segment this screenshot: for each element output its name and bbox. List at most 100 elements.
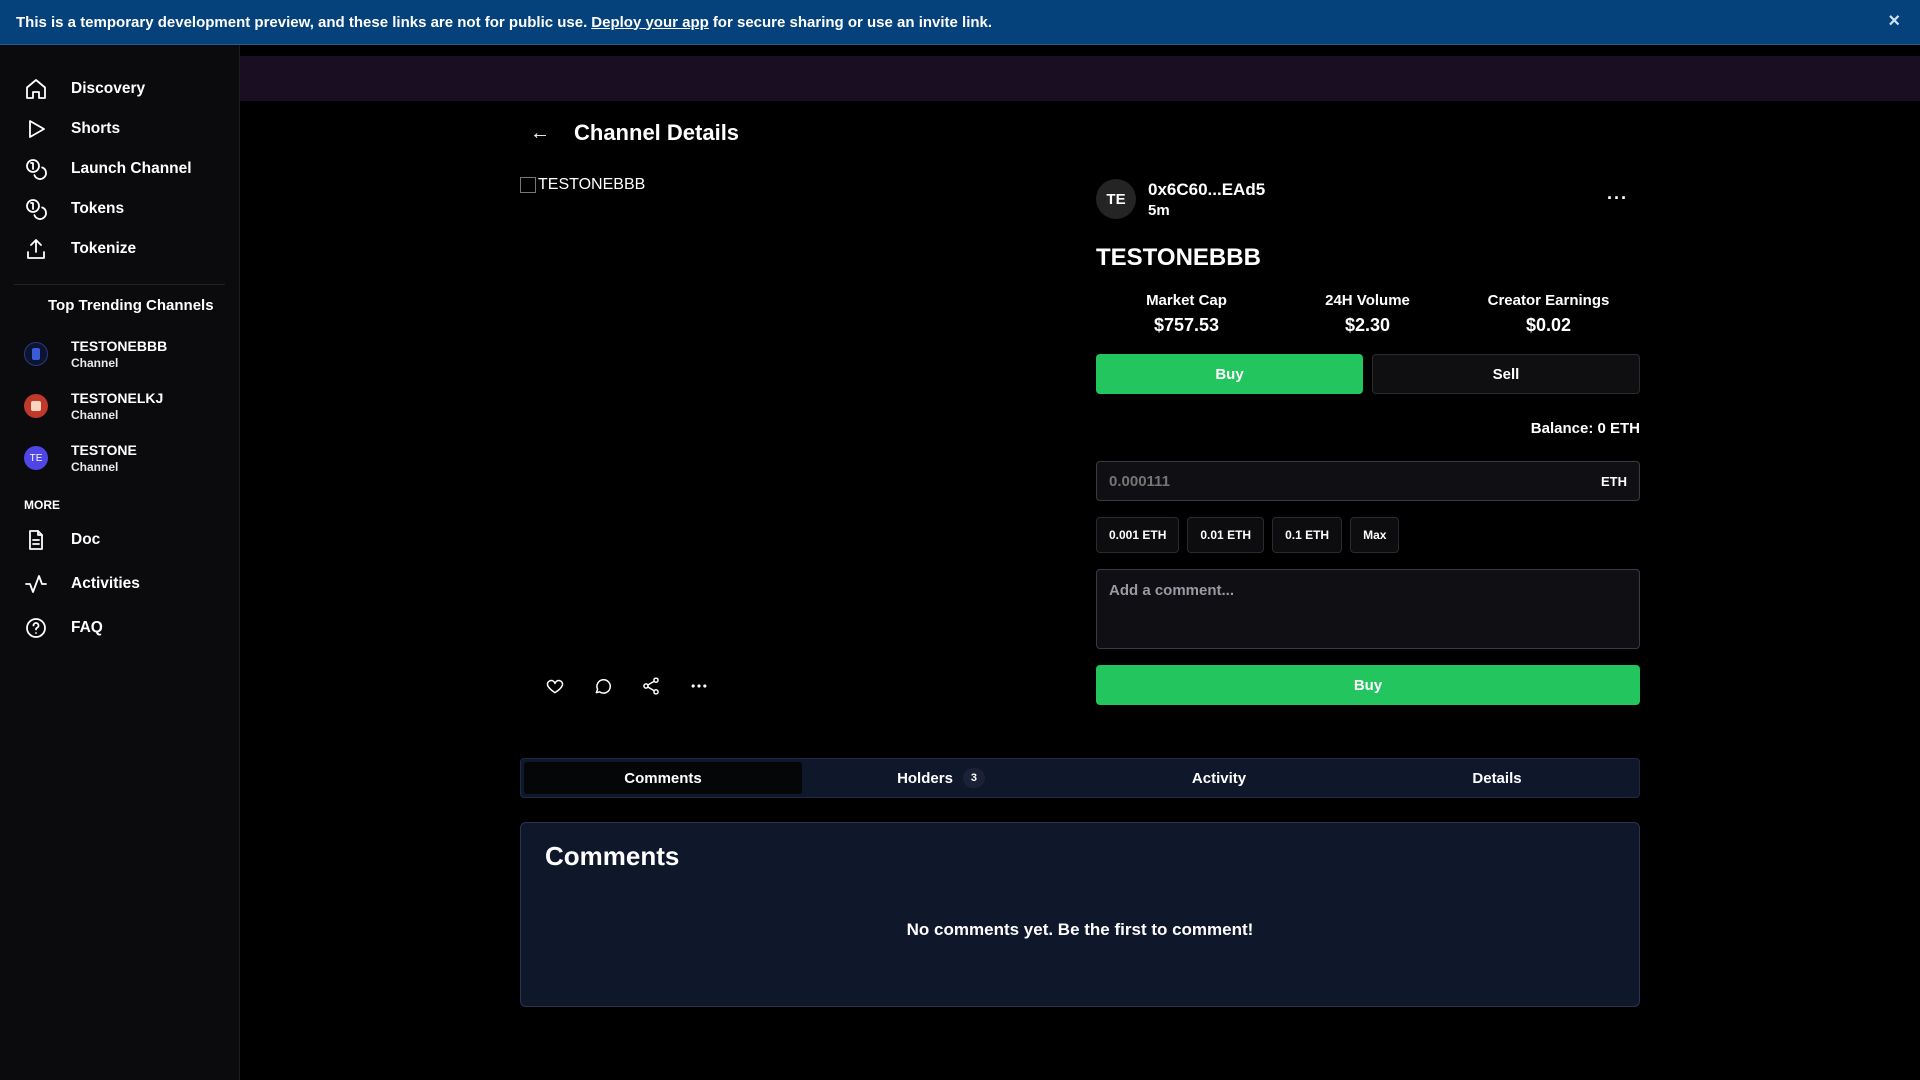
sidebar-item-label: FAQ xyxy=(71,619,103,636)
tab-details[interactable]: Details xyxy=(1358,762,1636,794)
tab-label: Details xyxy=(1472,769,1522,787)
preset-max[interactable]: Max xyxy=(1350,517,1400,553)
comments-heading: Comments xyxy=(545,841,680,871)
media-actions xyxy=(545,676,709,696)
stat-label: Market Cap xyxy=(1146,292,1227,309)
heart-icon[interactable] xyxy=(545,676,565,696)
stat-label: 24H Volume xyxy=(1325,292,1410,309)
creator-address[interactable]: 0x6C60...EAd5 xyxy=(1148,180,1265,200)
dev-preview-banner: This is a temporary development preview,… xyxy=(0,0,1920,45)
sidebar-divider xyxy=(14,284,225,285)
amount-field: ETH xyxy=(1096,461,1640,501)
comment-input[interactable] xyxy=(1109,582,1627,636)
token-stats: Market Cap $757.53 24H Volume $2.30 Crea… xyxy=(1096,292,1640,336)
sidebar-item-label: Tokenize xyxy=(71,240,137,257)
sidebar-item-label: Tokens xyxy=(71,200,125,217)
creator-row: TE 0x6C60...EAd5 5m ··· xyxy=(1096,176,1640,222)
help-icon xyxy=(26,618,46,638)
channel-sub: Channel xyxy=(71,460,119,474)
channel-name: TESTONELKJ xyxy=(71,390,164,406)
broken-image-icon xyxy=(520,177,536,193)
trending-channel-testonebbb[interactable]: TESTONEBBB Channel xyxy=(0,328,239,380)
broken-image: TESTONEBBB xyxy=(520,176,1060,194)
sidebar-item-label: Doc xyxy=(71,531,101,548)
top-strip xyxy=(240,56,1920,101)
holders-count-badge: 3 xyxy=(962,768,985,788)
page-header: ← Channel Details xyxy=(530,120,739,146)
document-icon xyxy=(29,530,43,550)
channel-sub: Channel xyxy=(71,408,119,422)
comments-section: Comments No comments yet. Be the first t… xyxy=(520,822,1640,1007)
sidebar-item-discovery[interactable]: Discovery xyxy=(0,69,239,109)
tab-label: Holders xyxy=(897,769,953,787)
stat-label: Creator Earnings xyxy=(1487,292,1610,309)
image-alt-text: TESTONEBBB xyxy=(538,176,646,193)
preset-0-1-eth[interactable]: 0.1 ETH xyxy=(1272,517,1343,553)
buy-button[interactable]: Buy xyxy=(1096,665,1640,705)
more-icon[interactable] xyxy=(689,676,709,696)
channel-avatar: TE xyxy=(24,446,48,470)
post-time: 5m xyxy=(1148,201,1170,219)
amount-presets: 0.001 ETH 0.01 ETH 0.1 ETH Max xyxy=(1096,517,1640,553)
channel-name: TESTONE xyxy=(71,442,137,458)
amount-input[interactable] xyxy=(1109,472,1601,490)
channel-media: TESTONEBBB xyxy=(520,176,1060,656)
activity-icon xyxy=(25,575,47,593)
stat-creator-earnings: Creator Earnings $0.02 xyxy=(1458,292,1639,336)
share-icon[interactable] xyxy=(641,676,661,696)
channel-sub: Channel xyxy=(71,356,119,370)
stat-market-cap: Market Cap $757.53 xyxy=(1096,292,1277,336)
trade-mode-tabs: Buy Sell xyxy=(1096,354,1640,394)
coins-icon xyxy=(26,159,47,180)
sidebar-item-label: Shorts xyxy=(71,120,121,137)
buy-tab[interactable]: Buy xyxy=(1096,354,1363,394)
deploy-app-link[interactable]: Deploy your app xyxy=(591,14,709,31)
trending-title: Top Trending Channels xyxy=(48,297,214,314)
comment-icon[interactable] xyxy=(593,676,613,696)
banner-text: This is a temporary development preview,… xyxy=(16,13,588,31)
sidebar: Discovery Shorts Launch Channel Tokens T… xyxy=(0,45,240,1080)
channel-name: TESTONEBBB xyxy=(71,338,168,354)
stat-24h-volume: 24H Volume $2.30 xyxy=(1277,292,1458,336)
tab-comments[interactable]: Comments xyxy=(524,762,802,794)
home-icon xyxy=(26,79,46,99)
sidebar-item-doc[interactable]: Doc xyxy=(0,518,239,562)
play-icon xyxy=(29,120,45,138)
banner-text-after: for secure sharing or use an invite link… xyxy=(712,13,993,31)
sidebar-item-launch-channel[interactable]: Launch Channel xyxy=(0,149,239,189)
stat-value: $757.53 xyxy=(1153,315,1220,335)
sidebar-item-tokens[interactable]: Tokens xyxy=(0,189,239,229)
sidebar-item-faq[interactable]: FAQ xyxy=(0,606,239,650)
tab-activity[interactable]: Activity xyxy=(1080,762,1358,794)
more-title: MORE xyxy=(24,498,60,512)
tab-holders[interactable]: Holders 3 xyxy=(802,762,1080,794)
balance-label: Balance: 0 ETH xyxy=(1530,420,1640,437)
creator-avatar[interactable]: TE xyxy=(1096,179,1136,219)
trending-channel-testone[interactable]: TE TESTONE Channel xyxy=(0,432,239,484)
preset-0-01-eth[interactable]: 0.01 ETH xyxy=(1187,517,1265,553)
sidebar-item-activities[interactable]: Activities xyxy=(0,562,239,606)
comment-field xyxy=(1096,569,1640,649)
trending-channel-testonelkj[interactable]: TESTONELKJ Channel xyxy=(0,380,239,432)
sidebar-item-shorts[interactable]: Shorts xyxy=(0,109,239,149)
sidebar-item-label: Discovery xyxy=(71,80,146,97)
sidebar-item-label: Activities xyxy=(71,575,140,592)
sidebar-item-label: Launch Channel xyxy=(71,160,192,177)
trade-panel: TE 0x6C60...EAd5 5m ··· TESTONEBBB Marke… xyxy=(1096,176,1640,705)
close-icon[interactable]: × xyxy=(1888,10,1900,33)
channel-avatar xyxy=(24,394,48,418)
sidebar-item-tokenize[interactable]: Tokenize xyxy=(0,229,239,269)
options-menu-icon[interactable]: ··· xyxy=(1607,188,1628,209)
channel-avatar xyxy=(24,342,48,366)
token-name: TESTONEBBB xyxy=(1096,244,1261,271)
stat-value: $2.30 xyxy=(1344,315,1391,335)
detail-tabs: Comments Holders 3 Activity Details xyxy=(520,758,1640,798)
comments-empty-state: No comments yet. Be the first to comment… xyxy=(906,920,1254,939)
tab-label: Activity xyxy=(1191,769,1247,787)
back-arrow-icon[interactable]: ← xyxy=(530,122,550,145)
coins-icon xyxy=(26,199,47,220)
preset-0-001-eth[interactable]: 0.001 ETH xyxy=(1096,517,1180,553)
amount-unit: ETH xyxy=(1601,473,1627,489)
sell-tab[interactable]: Sell xyxy=(1372,354,1640,394)
tab-label: Comments xyxy=(624,769,702,787)
